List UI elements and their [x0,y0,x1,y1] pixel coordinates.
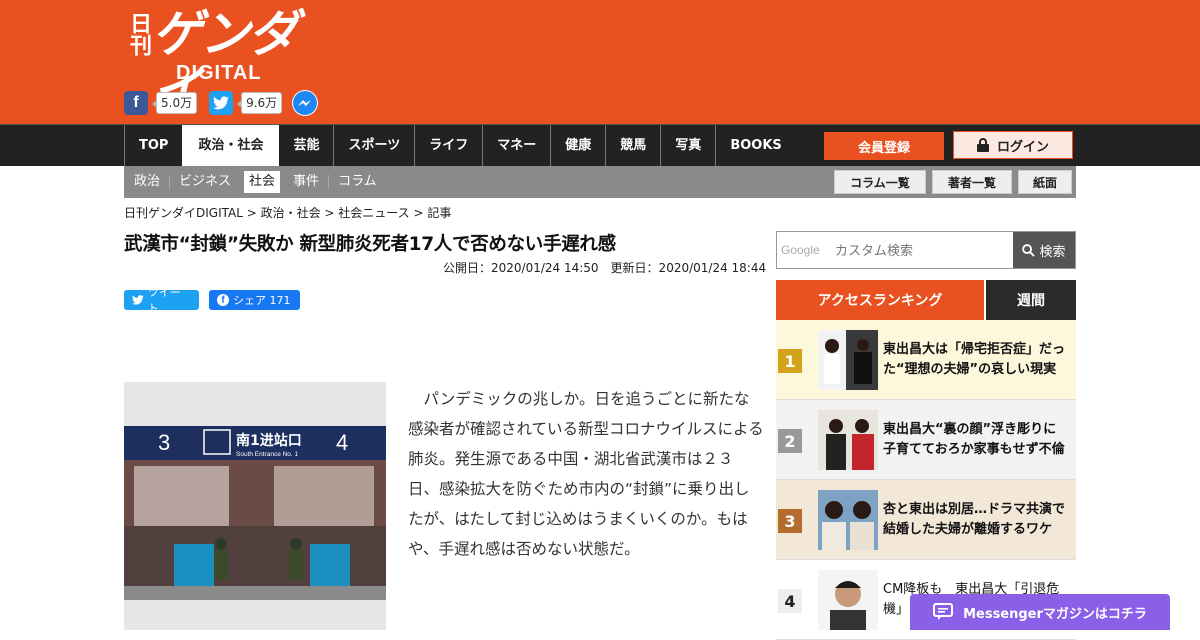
logo-nikkan: 日刊 [126,12,151,56]
facebook-icon[interactable]: f [124,91,148,115]
subnav-society[interactable]: 社会 [244,171,281,193]
messenger-label: Messengerマガジンはコチラ [963,606,1147,622]
station-photo: 3 南1进站口 South Entrance No. 1 4 [124,426,386,600]
rank-number: 2 [778,429,802,453]
nav-sports[interactable]: スポーツ [333,125,414,166]
site-logo[interactable]: 日刊 ゲンダイ DIGITAL [126,6,306,118]
search-input[interactable] [777,232,1013,268]
rank-number: 1 [778,349,802,373]
facebook-count: 5.0万 [151,92,198,114]
share-label: シェア 171 [233,294,291,307]
sub-nav: 政治 ビジネス 社会 事件 コラム コラム一覧 著者一覧 紙面 [124,166,1076,198]
tweet-label: ツイート [147,286,181,315]
nav-money[interactable]: マネー [482,125,550,166]
subnav-column[interactable]: コラム [328,175,386,189]
share-buttons: ツイート f シェア 171 [124,286,300,315]
nav-photo[interactable]: 写真 [660,125,715,166]
search-box: Google 検索 [776,231,1076,269]
twitter-count: 9.6万 [237,92,283,114]
ranking-item[interactable]: 1 東出昌大は「帰宅拒否症」だった“理想の夫婦”の哀しい現実 [776,320,1076,400]
ranking-tabs: アクセスランキング 週間 [776,280,1076,320]
rank-number: 4 [778,589,802,613]
nav-life[interactable]: ライフ [414,125,482,166]
messenger-magazine-button[interactable]: Messengerマガジンはコチラ [910,594,1170,630]
svg-text:4: 4 [336,430,348,455]
twitter-icon [132,295,144,305]
svg-text:South Entrance No. 1: South Entrance No. 1 [236,451,299,458]
breadcrumb[interactable]: 日刊ゲンダイDIGITAL > 政治・社会 > 社会ニュース > 記事 [124,205,451,221]
article-body: パンデミックの兆しか。日を追うごとに新たな感染者が確認されている新型コロナウイル… [408,390,764,558]
article-title: 武漢市“封鎖”失敗か 新型肺炎死者17人で否めない手遅れ感 [124,234,616,255]
lock-icon [976,138,989,152]
subnav-politics[interactable]: 政治 [124,175,169,189]
twitter-icon[interactable] [209,91,234,115]
main-nav: TOP 政治・社会 芸能 スポーツ ライフ マネー 健康 競馬 写真 BOOKS… [0,124,1200,166]
svg-text:南1进站口: 南1进站口 [236,432,302,449]
facebook-icon: f [217,294,229,306]
nav-horse-racing[interactable]: 競馬 [605,125,660,166]
ranking-thumbnail [818,330,878,390]
ranking-thumbnail [818,570,878,630]
nav-books[interactable]: BOOKS [715,125,795,166]
search-button[interactable]: 検索 [1013,232,1075,268]
nav-health[interactable]: 健康 [550,125,605,166]
chat-icon [933,603,954,620]
ranking-list: 1 東出昌大は「帰宅拒否症」だった“理想の夫婦”の哀しい現実 2 東出昌大“裏の… [776,320,1076,640]
messenger-icon[interactable] [292,90,319,116]
search-icon [1022,243,1036,257]
search-button-label: 検索 [1039,244,1066,260]
register-button[interactable]: 会員登録 [824,132,944,160]
subnav-business[interactable]: ビジネス [169,175,240,189]
subnav-incidents[interactable]: 事件 [284,175,328,189]
ranking-item[interactable]: 3 杏と東出は別居…ドラマ共演で結婚した夫婦が離婚するワケ [776,480,1076,560]
article-dates: 公開日：2020/01/24 14:50 更新日：2020/01/24 18:4… [443,261,767,275]
login-label: ログイン [996,139,1049,155]
rank-number: 3 [778,509,802,533]
nav-entertainment[interactable]: 芸能 [279,125,333,166]
ranking-title: 東出昌大は「帰宅拒否症」だった“理想の夫婦”の哀しい現実 [883,342,1066,377]
author-list-button[interactable]: 著者一覧 [932,170,1012,194]
ranking-title: 東出昌大“裏の顔”浮き彫りに 子育てておろか家事もせず不倫 [883,422,1065,457]
ranking-thumbnail [818,410,878,470]
article-photo[interactable]: 3 南1进站口 South Entrance No. 1 4 [124,382,386,630]
login-button[interactable]: ログイン [953,131,1073,159]
ranking-title: 杏と東出は別居…ドラマ共演で結婚した夫婦が離婚するワケ [883,502,1066,537]
nav-politics-society[interactable]: 政治・社会 [182,125,280,166]
logo-digital: DIGITAL [176,62,262,84]
tab-access-ranking[interactable]: アクセスランキング [776,280,984,320]
social-follow: f 5.0万 9.6万 [124,90,319,116]
tab-weekly[interactable]: 週間 [984,280,1076,320]
svg-text:3: 3 [158,430,170,455]
ranking-thumbnail [818,490,878,550]
facebook-share-button[interactable]: f シェア 171 [209,290,300,310]
ranking-item[interactable]: 2 東出昌大“裏の顔”浮き彫りに 子育てておろか家事もせず不倫 [776,400,1076,480]
site-header: 日刊 ゲンダイ DIGITAL f 5.0万 9.6万 [0,0,1200,124]
tweet-button[interactable]: ツイート [124,286,199,315]
newspaper-button[interactable]: 紙面 [1018,170,1072,194]
nav-top[interactable]: TOP [124,125,182,166]
column-list-button[interactable]: コラム一覧 [834,170,926,194]
